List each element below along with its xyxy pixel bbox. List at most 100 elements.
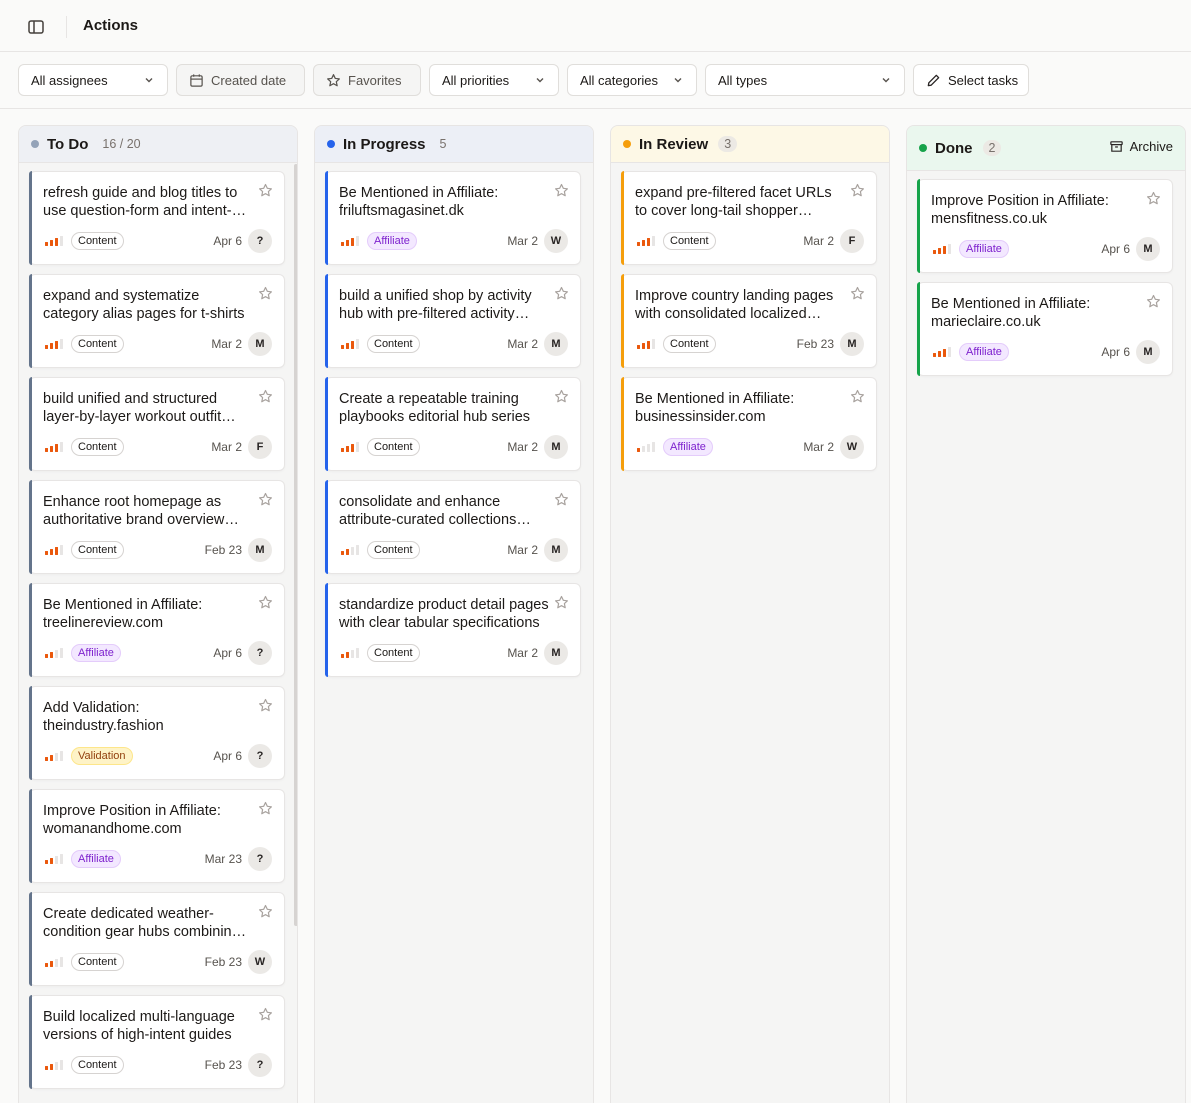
type-filter[interactable]: All types	[705, 64, 905, 96]
avatar[interactable]: M	[544, 435, 568, 459]
category-tag: Content	[367, 644, 420, 662]
created-date-filter[interactable]: Created date	[176, 64, 305, 96]
column-header: In Progress 5	[315, 126, 593, 163]
task-card[interactable]: build a unified shop by activity hub wit…	[325, 274, 581, 368]
select-tasks-label: Select tasks	[948, 72, 1019, 88]
task-date: Mar 2	[507, 543, 538, 557]
star-icon[interactable]	[1146, 191, 1161, 206]
star-icon[interactable]	[850, 389, 865, 404]
task-date: Mar 2	[507, 646, 538, 660]
star-icon[interactable]	[258, 595, 273, 610]
sidebar-toggle-icon[interactable]	[27, 18, 45, 36]
task-title: Be Mentioned in Affiliate: friluftsmagas…	[339, 185, 499, 219]
star-icon[interactable]	[258, 904, 273, 919]
task-card[interactable]: Be Mentioned in Affiliate: friluftsmagas…	[325, 171, 581, 265]
task-date: Apr 6	[1101, 345, 1130, 359]
task-card[interactable]: Enhance root homepage as authoritative b…	[29, 480, 285, 574]
avatar[interactable]: ?	[248, 847, 272, 871]
avatar[interactable]: M	[1136, 237, 1160, 261]
task-card[interactable]: Add Validation: theindustry.fashion Valid…	[29, 686, 285, 780]
avatar[interactable]: M	[544, 332, 568, 356]
scrollbar[interactable]	[294, 164, 297, 926]
status-bar	[621, 274, 624, 368]
task-title: Be Mentioned in Affiliate: treelinerevie…	[43, 597, 203, 631]
task-card[interactable]: Be Mentioned in Affiliate: marieclaire.c…	[917, 282, 1173, 376]
avatar[interactable]: ?	[248, 744, 272, 768]
priority-icon	[45, 442, 63, 452]
category-tag: Content	[367, 541, 420, 559]
avatar[interactable]: W	[840, 435, 864, 459]
task-title: Be Mentioned in Affiliate: marieclaire.c…	[931, 296, 1091, 330]
task-card[interactable]: Build localized multi-language versions …	[29, 995, 285, 1089]
star-icon[interactable]	[258, 183, 273, 198]
star-icon[interactable]	[850, 183, 865, 198]
column-count: 5	[439, 137, 447, 151]
assignee-filter[interactable]: All assignees	[18, 64, 168, 96]
chevron-down-icon	[536, 78, 544, 83]
task-card[interactable]: build unified and structured layer-by-la…	[29, 377, 285, 471]
priority-icon	[341, 236, 359, 246]
task-card[interactable]: Create a repeatable training playbooks e…	[325, 377, 581, 471]
priority-icon	[45, 236, 63, 246]
task-card[interactable]: Improve Position in Affiliate: womanandh…	[29, 789, 285, 883]
avatar[interactable]: M	[544, 641, 568, 665]
task-card[interactable]: Improve country landing pages with conso…	[621, 274, 877, 368]
task-card[interactable]: Improve Position in Affiliate: mensfitne…	[917, 179, 1173, 273]
priority-filter[interactable]: All priorities	[429, 64, 559, 96]
select-tasks-button[interactable]: Select tasks	[913, 64, 1029, 96]
star-icon[interactable]	[554, 183, 569, 198]
task-card[interactable]: consolidate and enhance attribute-curate…	[325, 480, 581, 574]
status-bar	[917, 179, 920, 273]
task-card[interactable]: expand pre-filtered facet URLs to cover …	[621, 171, 877, 265]
avatar[interactable]: ?	[248, 1053, 272, 1077]
task-card[interactable]: expand and systematize category alias pa…	[29, 274, 285, 368]
task-card[interactable]: Be Mentioned in Affiliate: businessinsid…	[621, 377, 877, 471]
column-header: To Do 16 / 20	[19, 126, 297, 163]
star-icon[interactable]	[554, 389, 569, 404]
column-in-progress: In Progress 5 Be Mentioned in Affiliate:…	[314, 125, 594, 1103]
category-tag: Affiliate	[71, 850, 121, 868]
star-icon[interactable]	[554, 492, 569, 507]
category-tag: Validation	[71, 747, 133, 765]
avatar[interactable]: F	[248, 435, 272, 459]
task-card[interactable]: Create dedicated weather-condition gear …	[29, 892, 285, 986]
avatar[interactable]: M	[248, 332, 272, 356]
avatar[interactable]: ?	[248, 229, 272, 253]
star-icon[interactable]	[554, 286, 569, 301]
column-in-review: In Review 3 expand pre-filtered facet UR…	[610, 125, 890, 1103]
task-date: Apr 6	[213, 234, 242, 248]
star-icon[interactable]	[258, 389, 273, 404]
avatar[interactable]: M	[840, 332, 864, 356]
task-card[interactable]: standardize product detail pages with cl…	[325, 583, 581, 677]
task-title: Improve Position in Affiliate: womanandh…	[43, 803, 221, 837]
task-card[interactable]: refresh guide and blog titles to use que…	[29, 171, 285, 265]
avatar[interactable]: ?	[248, 641, 272, 665]
divider	[66, 16, 67, 38]
avatar[interactable]: M	[544, 538, 568, 562]
avatar[interactable]: F	[840, 229, 864, 253]
star-icon[interactable]	[258, 698, 273, 713]
category-filter[interactable]: All categories	[567, 64, 697, 96]
avatar[interactable]: W	[544, 229, 568, 253]
archive-button[interactable]: Archive	[1109, 139, 1173, 154]
star-icon[interactable]	[1146, 294, 1161, 309]
star-icon[interactable]	[850, 286, 865, 301]
star-icon[interactable]	[258, 492, 273, 507]
task-title: Enhance root homepage as authoritative b…	[43, 494, 225, 528]
avatar[interactable]: W	[248, 950, 272, 974]
task-title: Be Mentioned in Affiliate: businessinsid…	[635, 391, 795, 425]
star-icon[interactable]	[258, 1007, 273, 1022]
task-card[interactable]: Be Mentioned in Affiliate: treelinerevie…	[29, 583, 285, 677]
priority-icon	[45, 957, 63, 967]
priority-icon	[341, 648, 359, 658]
star-icon[interactable]	[258, 286, 273, 301]
avatar[interactable]: M	[248, 538, 272, 562]
category-tag: Content	[663, 335, 716, 353]
star-icon[interactable]	[554, 595, 569, 610]
category-tag: Content	[367, 335, 420, 353]
task-title: Improve Position in Affiliate: mensfitne…	[931, 193, 1109, 227]
star-icon[interactable]	[258, 801, 273, 816]
avatar[interactable]: M	[1136, 340, 1160, 364]
column-count: 2	[982, 140, 1002, 156]
favorites-filter[interactable]: Favorites	[313, 64, 421, 96]
